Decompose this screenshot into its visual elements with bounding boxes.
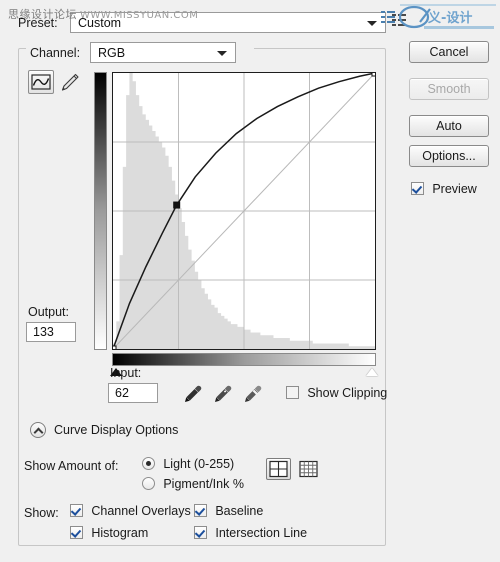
channel-label: Channel:: [30, 46, 81, 60]
channel-overlays-row[interactable]: Channel Overlays: [70, 504, 191, 518]
histogram-label: Histogram: [91, 526, 149, 540]
intersection-line-checkbox[interactable]: [194, 526, 207, 539]
curve-plot-svg: [113, 73, 375, 349]
curve-plot[interactable]: [112, 72, 376, 350]
preset-menu-icon[interactable]: [392, 12, 406, 28]
curves-dialog: Preset: Custom Channel: RGB Output: 133 …: [0, 0, 500, 562]
curve-graph-area: [94, 68, 380, 376]
input-input[interactable]: 62: [108, 383, 158, 403]
eyedropper-icon: [215, 385, 232, 402]
gray-point-eyedropper[interactable]: [212, 383, 234, 405]
radio-light[interactable]: [142, 457, 155, 470]
intersection-line-label: Intersection Line: [215, 526, 308, 540]
preset-row: Preset: Custom: [18, 12, 386, 34]
grid-coarse-icon: [269, 460, 288, 478]
channel-overlays-checkbox[interactable]: [70, 504, 83, 517]
curve-display-options-header: Curve Display Options: [30, 422, 374, 440]
channel-row: Channel: RGB: [26, 42, 254, 64]
baseline-label: Baseline: [215, 504, 264, 518]
auto-button[interactable]: Auto: [409, 115, 489, 137]
preset-label: Preset:: [18, 16, 58, 30]
smooth-button[interactable]: Smooth: [409, 78, 489, 100]
eyedropper-icon: [185, 385, 202, 402]
eyedropper-icon: [245, 385, 262, 402]
curve-point[interactable]: [113, 345, 117, 349]
white-point-eyedropper[interactable]: [242, 383, 264, 405]
curve-point[interactable]: [173, 201, 181, 209]
input-gradient-bar: [112, 353, 376, 366]
show-clipping-label: Show Clipping: [307, 386, 388, 400]
radio-pigment[interactable]: [142, 477, 155, 490]
white-point-slider[interactable]: [366, 368, 378, 376]
options-button[interactable]: Options...: [409, 145, 489, 167]
intersection-line-row[interactable]: Intersection Line: [194, 526, 307, 540]
show-amount-label: Show Amount of:: [24, 459, 119, 473]
channel-value: RGB: [98, 46, 126, 60]
grid-fine-button[interactable]: [296, 458, 321, 480]
radio-pigment-label: Pigment/Ink %: [163, 477, 244, 491]
pencil-button[interactable]: [57, 70, 83, 94]
output-value: 133: [33, 325, 54, 339]
black-point-eyedropper[interactable]: [182, 383, 204, 405]
pencil-icon: [61, 73, 79, 91]
preset-dropdown[interactable]: Custom: [70, 12, 386, 33]
input-value: 62: [115, 386, 129, 400]
collapse-chevron-up-icon[interactable]: [30, 422, 46, 438]
channel-overlays-label: Channel Overlays: [91, 504, 191, 518]
radio-light-label: Light (0-255): [163, 457, 235, 471]
curve-display-options-title: Curve Display Options: [54, 423, 185, 437]
grid-coarse-button[interactable]: [266, 458, 291, 480]
radio-light-row[interactable]: Light (0-255): [142, 457, 234, 471]
output-gradient-bar: [94, 72, 107, 350]
show-clipping-row[interactable]: Show Clipping: [286, 386, 387, 402]
baseline-checkbox[interactable]: [194, 504, 207, 517]
preview-checkbox[interactable]: [411, 182, 424, 195]
histogram-checkbox[interactable]: [70, 526, 83, 539]
grid-fine-icon: [299, 460, 318, 478]
preview-row[interactable]: Preview: [411, 182, 477, 196]
svg-text:义-设计: 义-设计: [428, 10, 472, 26]
show-label: Show:: [24, 506, 59, 520]
curve-tool-buttons: [28, 70, 84, 96]
preview-label: Preview: [432, 182, 477, 196]
baseline-row[interactable]: Baseline: [194, 504, 263, 518]
cancel-button[interactable]: Cancel: [409, 41, 489, 63]
show-clipping-checkbox[interactable]: [286, 386, 299, 399]
chevron-down-icon: [217, 51, 227, 56]
chevron-down-icon: [367, 21, 377, 26]
grid-density-buttons: [266, 458, 326, 482]
output-label: Output:: [28, 305, 69, 319]
channel-dropdown[interactable]: RGB: [90, 42, 236, 63]
input-label: Input:: [110, 366, 142, 380]
curve-draw-icon: [31, 74, 51, 90]
histogram-row[interactable]: Histogram: [70, 526, 148, 540]
preset-value: Custom: [78, 16, 122, 30]
output-input[interactable]: 133: [26, 322, 76, 342]
curve-point[interactable]: [371, 73, 375, 77]
curve-draw-button[interactable]: [28, 70, 54, 94]
radio-pigment-row[interactable]: Pigment/Ink %: [142, 477, 244, 491]
